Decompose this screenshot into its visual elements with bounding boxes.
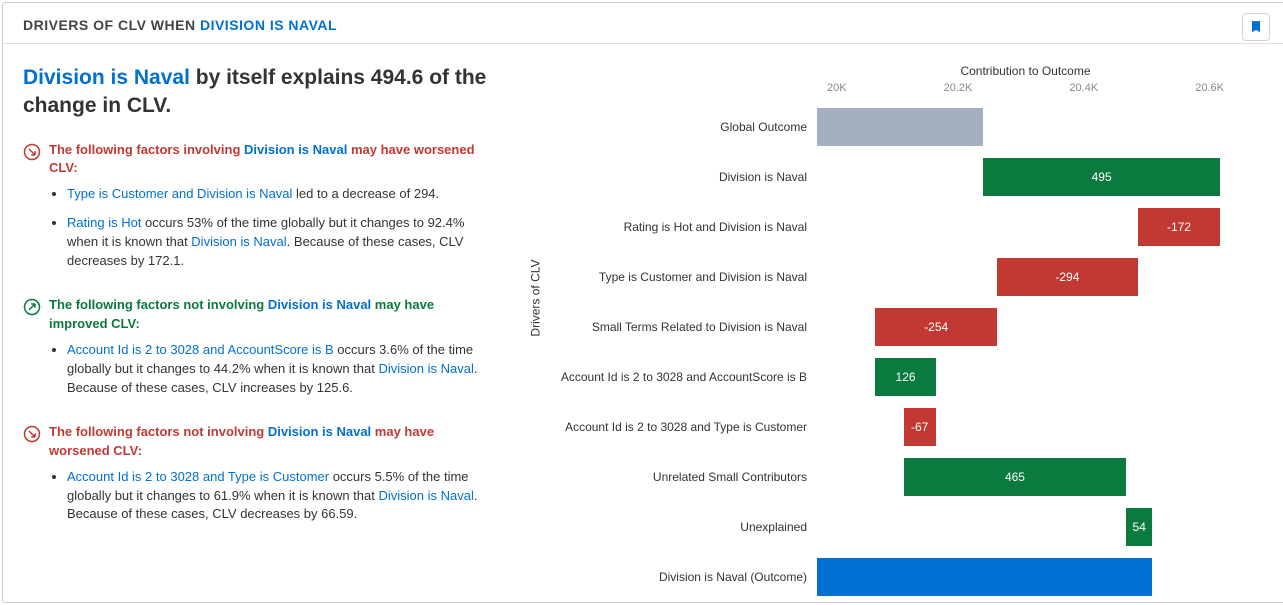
chart-bar[interactable]: -254 xyxy=(875,308,997,346)
bookmark-icon xyxy=(1249,20,1263,34)
chart-bar-row: Division is Naval (Outcome) xyxy=(507,552,1224,602)
section-body: The following factors involving Division… xyxy=(49,141,487,281)
narrative-section: The following factors involving Division… xyxy=(23,141,487,281)
x-tick-label: 20.4K xyxy=(1069,82,1098,94)
chart-bar[interactable]: 126 xyxy=(875,358,935,396)
x-tick-label: 20K xyxy=(827,82,847,94)
bar-track xyxy=(817,552,1224,602)
chart-bar-row: Account Id is 2 to 3028 and Type is Cust… xyxy=(507,402,1224,452)
panel-content: Division is Naval by itself explains 494… xyxy=(3,44,1283,597)
bar-value-label: -172 xyxy=(1167,220,1191,234)
chart-bar-row: Global Outcome xyxy=(507,102,1224,152)
bar-label: Rating is Hot and Division is Naval xyxy=(507,220,817,234)
factor-link[interactable]: Rating is Hot xyxy=(67,215,141,230)
section-title: The following factors not involving Divi… xyxy=(49,296,487,332)
chart-bars-area: Global Outcome Division is Naval 495 Rating… xyxy=(507,102,1224,587)
narrative-section: The following factors not involving Divi… xyxy=(23,423,487,534)
bar-label: Small Terms Related to Division is Naval xyxy=(507,320,817,334)
factor-link[interactable]: Division is Naval xyxy=(378,361,473,376)
panel-header: DRIVERS OF CLV WHEN DIVISION IS NAVAL xyxy=(3,3,1283,44)
bar-label: Account Id is 2 to 3028 and AccountScore… xyxy=(507,370,817,384)
factor-link[interactable]: Division is Naval xyxy=(378,488,473,503)
bar-track: -254 xyxy=(817,302,1224,352)
bar-track: 126 xyxy=(817,352,1224,402)
section-body: The following factors not involving Divi… xyxy=(49,423,487,534)
bar-track: 465 xyxy=(817,452,1224,502)
x-tick-label: 20.6K xyxy=(1195,82,1224,94)
drivers-panel: DRIVERS OF CLV WHEN DIVISION IS NAVAL Di… xyxy=(2,2,1283,603)
chart-bar[interactable]: -172 xyxy=(1138,208,1220,246)
chart-bar[interactable]: 465 xyxy=(904,458,1127,496)
factor-link[interactable]: Account Id is 2 to 3028 and Type is Cust… xyxy=(67,469,329,484)
arrow-down-circle-icon xyxy=(23,423,49,534)
chart-bar-row: Account Id is 2 to 3028 and AccountScore… xyxy=(507,352,1224,402)
factor-link[interactable]: Type is Customer and Division is Naval xyxy=(67,186,292,201)
bar-label: Global Outcome xyxy=(507,120,817,134)
arrow-down-circle-icon xyxy=(23,141,49,281)
bar-value-label: 495 xyxy=(1092,170,1112,184)
narrative-section: The following factors not involving Divi… xyxy=(23,296,487,407)
bar-value-label: -67 xyxy=(911,420,928,434)
bar-track: -172 xyxy=(817,202,1224,252)
chart-bar[interactable]: -294 xyxy=(997,258,1138,296)
chart-bar-row: Small Terms Related to Division is Naval… xyxy=(507,302,1224,352)
bar-value-label: 465 xyxy=(1005,470,1025,484)
factor-link[interactable]: Account Id is 2 to 3028 and AccountScore… xyxy=(67,342,334,357)
bar-label: Division is Naval xyxy=(507,170,817,184)
bar-value-label: -254 xyxy=(924,320,948,334)
panel-title: DRIVERS OF CLV WHEN DIVISION IS NAVAL xyxy=(23,17,1264,33)
chart-bar-row: Rating is Hot and Division is Naval -172 xyxy=(507,202,1224,252)
chart-bar[interactable]: -67 xyxy=(904,408,936,446)
bar-value-label: 126 xyxy=(896,370,916,384)
bar-label: Account Id is 2 to 3028 and Type is Cust… xyxy=(507,420,817,434)
bookmark-button[interactable] xyxy=(1242,13,1270,41)
section-title: The following factors involving Division… xyxy=(49,141,487,177)
factor-link[interactable]: Division is Naval xyxy=(191,234,286,249)
main-statement: Division is Naval by itself explains 494… xyxy=(23,64,487,121)
bar-label: Type is Customer and Division is Naval xyxy=(507,270,817,284)
bar-label: Unexplained xyxy=(507,520,817,534)
section-title: The following factors not involving Divi… xyxy=(49,423,487,459)
arrow-up-circle-icon xyxy=(23,296,49,407)
narrative-bullet: Account Id is 2 to 3028 and AccountScore… xyxy=(67,341,487,398)
chart-bar[interactable] xyxy=(817,108,983,146)
bar-value-label: 54 xyxy=(1133,520,1146,534)
narrative-bullet: Rating is Hot occurs 53% of the time glo… xyxy=(67,214,487,271)
chart-bar-row: Unexplained 54 xyxy=(507,502,1224,552)
bar-value-label: -294 xyxy=(1055,270,1079,284)
chart-column: Contribution to Outcome 20K 20.2K 20.4K 20.… xyxy=(507,44,1283,597)
chart-bar[interactable]: 495 xyxy=(983,158,1220,196)
waterfall-chart: Contribution to Outcome 20K 20.2K 20.4K 20.… xyxy=(507,54,1264,587)
bar-label: Unrelated Small Contributors xyxy=(507,470,817,484)
bar-track: -294 xyxy=(817,252,1224,302)
chart-bar[interactable] xyxy=(817,558,1152,596)
narrative-bullet: Type is Customer and Division is Naval l… xyxy=(67,185,487,204)
bar-track: 54 xyxy=(817,502,1224,552)
chart-bar-row: Type is Customer and Division is Naval -2… xyxy=(507,252,1224,302)
bar-track: -67 xyxy=(817,402,1224,452)
narrative-column: Division is Naval by itself explains 494… xyxy=(3,44,507,597)
bar-track xyxy=(817,102,1224,152)
section-body: The following factors not involving Divi… xyxy=(49,296,487,407)
narrative-bullet: Account Id is 2 to 3028 and Type is Cust… xyxy=(67,468,487,525)
chart-title: Contribution to Outcome xyxy=(507,64,1224,78)
chart-bar-row: Unrelated Small Contributors 465 xyxy=(507,452,1224,502)
x-tick-label: 20.2K xyxy=(944,82,973,94)
chart-bar[interactable]: 54 xyxy=(1126,508,1152,546)
bar-track: 495 xyxy=(817,152,1224,202)
chart-bar-row: Division is Naval 495 xyxy=(507,152,1224,202)
x-axis-ticks: 20K 20.2K 20.4K 20.6K xyxy=(827,82,1224,94)
bar-label: Division is Naval (Outcome) xyxy=(507,570,817,584)
